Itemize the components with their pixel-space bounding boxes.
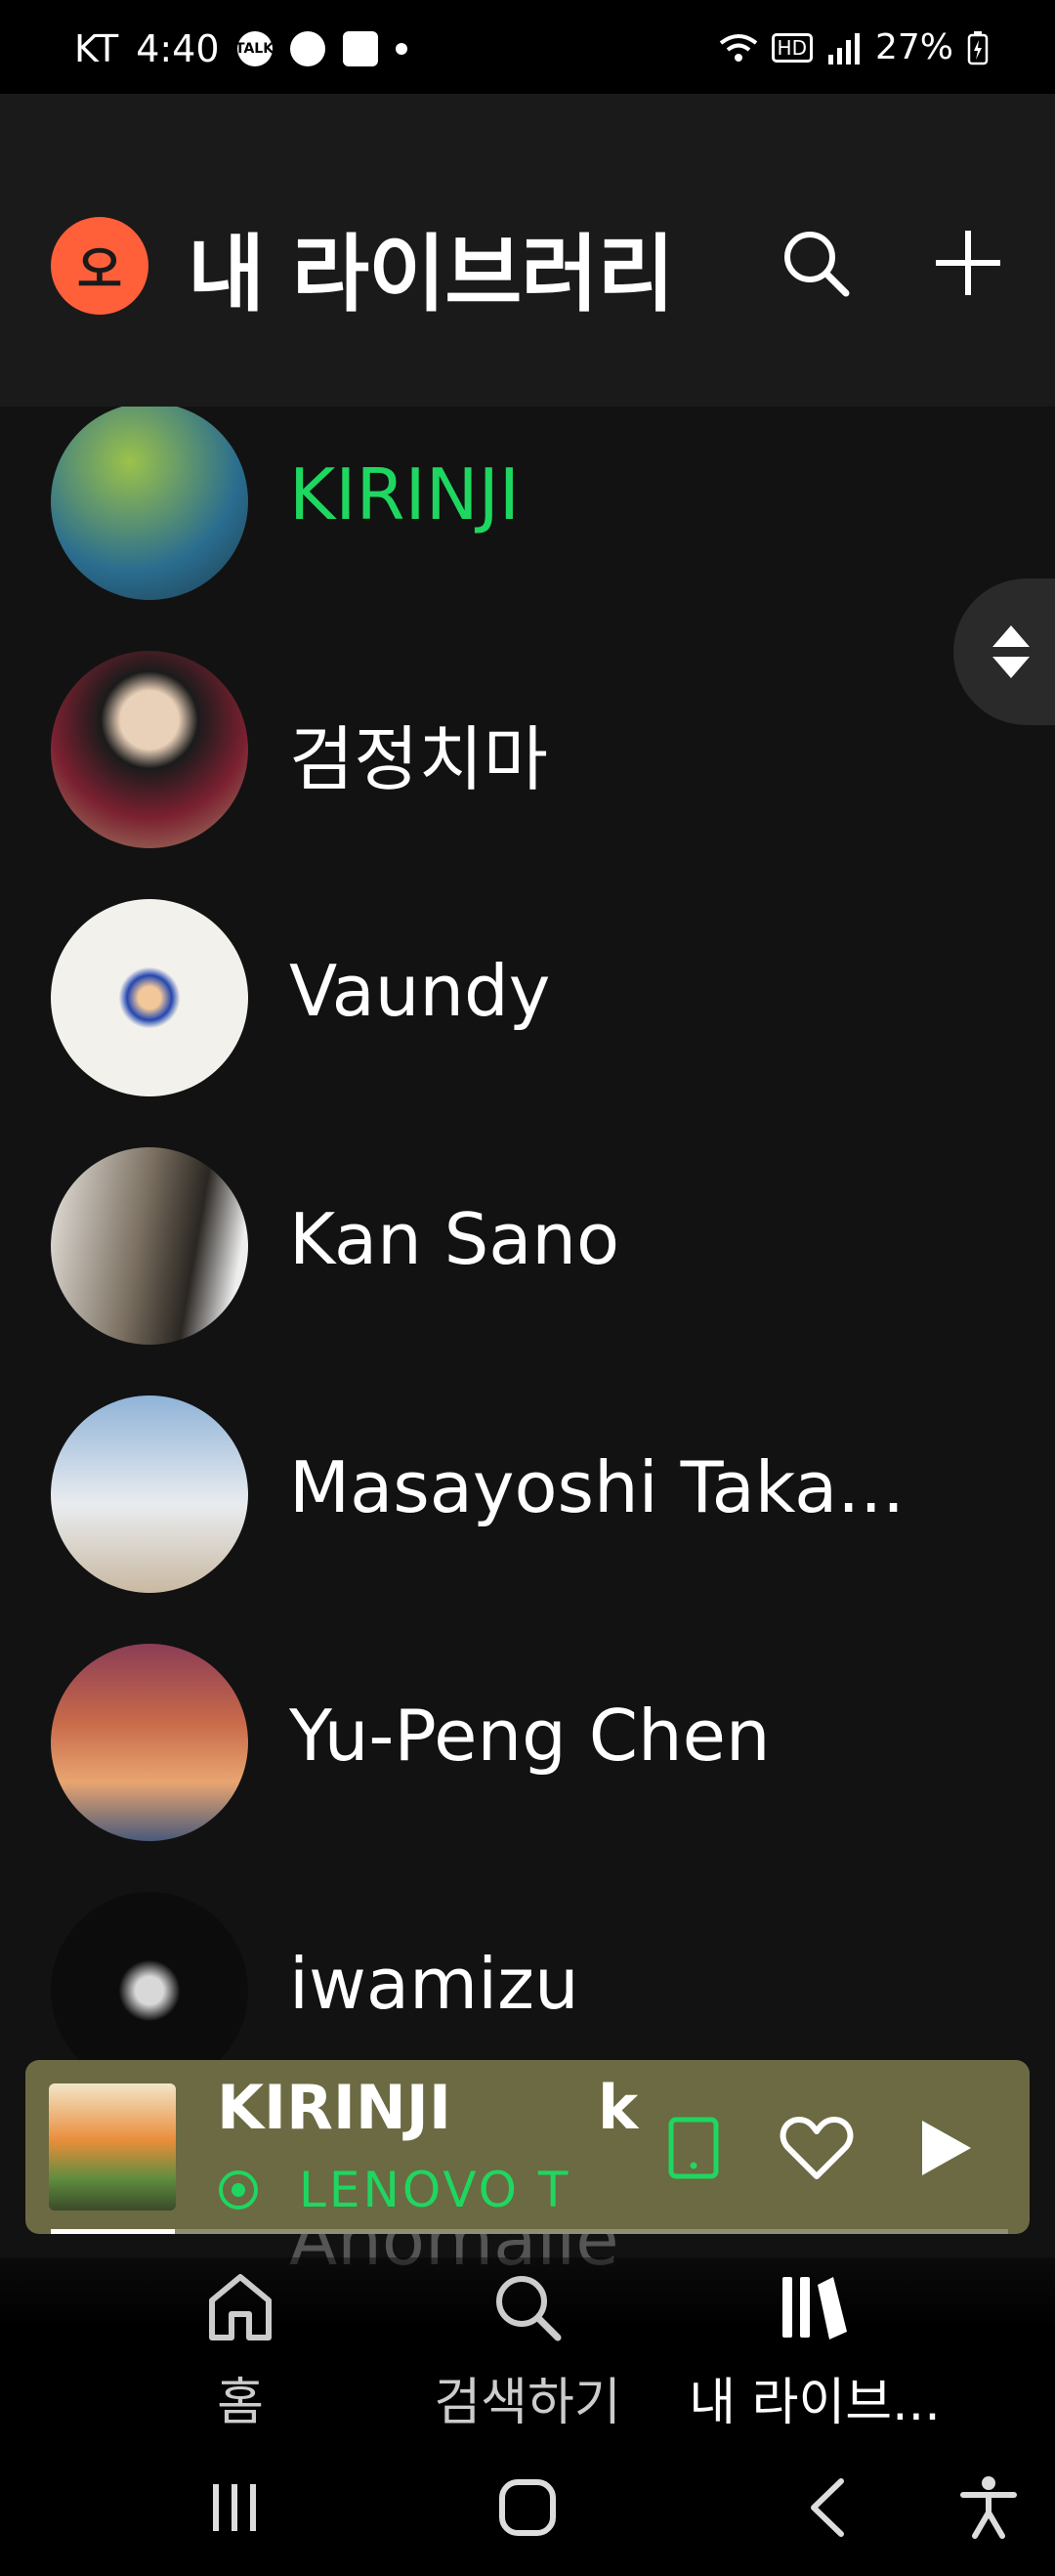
nav-home[interactable]: 홈 [94, 2271, 387, 2434]
device-icon [668, 2117, 719, 2179]
status-bar: KT 4:40 TALK HD 27% [0, 0, 1055, 94]
album-art [49, 2083, 176, 2211]
artist-row-iwamizu[interactable]: iwamizu [0, 1867, 1055, 2068]
home-system-button[interactable] [488, 2469, 567, 2547]
search-button[interactable] [762, 209, 869, 317]
shopping-bag-notification-icon [342, 31, 378, 66]
accessibility-button[interactable] [950, 2469, 1028, 2547]
artist-photo [51, 1892, 248, 2068]
progress-fill [51, 2229, 176, 2234]
add-button[interactable] [914, 209, 1022, 317]
profile-avatar[interactable]: 오 [51, 217, 148, 315]
artist-photo [51, 407, 248, 600]
artist-photo [51, 1395, 248, 1593]
library-icon [782, 2277, 847, 2340]
hd-voice-icon: HD [771, 32, 813, 63]
carrier: KT [74, 27, 119, 70]
artist-name: Masayoshi Taka... [289, 1446, 905, 1528]
kakaotalk-notification-icon: TALK [235, 31, 274, 66]
artist-row-kan-sano[interactable]: Kan Sano [0, 1122, 1055, 1370]
play-button[interactable] [897, 2099, 994, 2197]
system-nav-bar [0, 2433, 1055, 2576]
back-icon [811, 2478, 844, 2537]
nav-search[interactable]: 검색하기 [381, 2271, 674, 2434]
connect-device-button[interactable] [645, 2099, 742, 2197]
playback-progress [51, 2229, 1008, 2234]
artist-row-kirinji[interactable]: KIRINJI [0, 407, 1055, 625]
clock: 4:40 [136, 27, 220, 70]
scroll-arrows-icon [992, 625, 1030, 678]
artist-name: iwamizu [289, 1943, 579, 2025]
signal-icon [827, 32, 860, 64]
track-title: KIRINJI k [217, 2072, 639, 2143]
battery-percent: 27% [874, 27, 953, 67]
artist-row-yu-peng-chen[interactable]: Yu-Peng Chen [0, 1618, 1055, 1867]
battery-charging-icon [967, 30, 989, 64]
play-icon [922, 2121, 971, 2175]
artist-name: 검정치마 [289, 718, 548, 800]
more-notifications-icon [395, 43, 407, 55]
home-circle-icon [499, 2479, 556, 2536]
device-name: LENOVO T [299, 2162, 571, 2218]
recent-apps-button[interactable] [195, 2469, 274, 2547]
artist-name: KIRINJI [289, 453, 521, 536]
bottom-nav: 홈 검색하기 내 라이브... [0, 2257, 1055, 2433]
nav-label: 홈 [217, 2374, 264, 2432]
mini-player[interactable]: KIRINJI k LENOVO T [25, 2060, 1030, 2234]
recents-icon [213, 2484, 256, 2531]
artist-name: Yu-Peng Chen [289, 1695, 771, 1777]
search-icon [784, 232, 850, 297]
baseball-notification-icon [289, 31, 325, 66]
artist-row-masayoshi-takanaka[interactable]: Masayoshi Taka... [0, 1370, 1055, 1618]
artist-photo [51, 1147, 248, 1345]
artist-name: Vaundy [289, 950, 551, 1032]
artist-row-geomjeongchima[interactable]: 검정치마 [0, 625, 1055, 874]
search-icon [496, 2276, 562, 2341]
back-button[interactable] [787, 2469, 865, 2547]
plus-icon [936, 231, 1000, 295]
nav-label: 검색하기 [434, 2374, 621, 2432]
artist-photo [51, 651, 248, 848]
artist-list: KIRINJI 검정치마 Vaundy Kan Sano Masayoshi T… [0, 407, 1055, 2068]
nav-library[interactable]: 내 라이브... [668, 2271, 961, 2434]
connected-device: LENOVO T [217, 2162, 570, 2218]
library-header: 오 내 라이브러리 [0, 94, 1055, 407]
speaker-icon [219, 2170, 258, 2210]
artist-photo [51, 899, 248, 1096]
artist-name: Kan Sano [289, 1198, 620, 1280]
artist-row-vaundy[interactable]: Vaundy [0, 874, 1055, 1122]
wifi-icon [719, 33, 757, 62]
nav-label: 내 라이브... [689, 2374, 941, 2432]
home-icon [209, 2274, 272, 2340]
accessibility-icon [960, 2476, 1017, 2539]
like-button[interactable] [768, 2099, 865, 2197]
heart-icon [780, 2117, 854, 2179]
page-title: 내 라이브러리 [188, 226, 675, 323]
artist-photo [51, 1644, 248, 1841]
